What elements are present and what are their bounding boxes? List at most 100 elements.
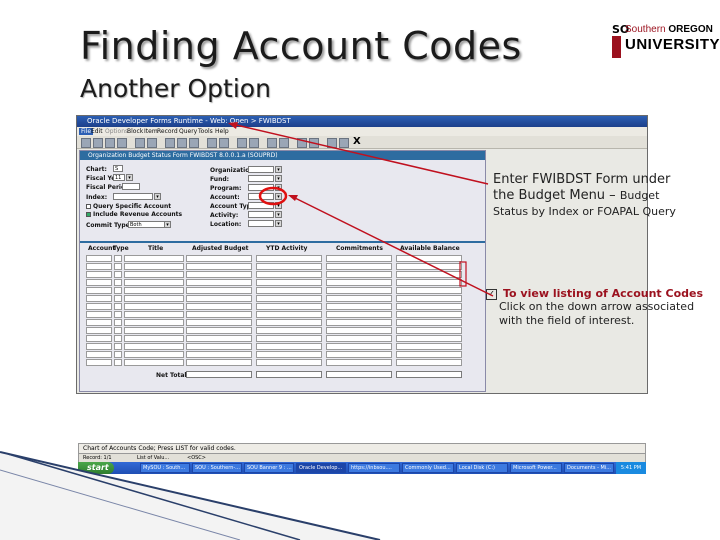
include-revenue-checkbox[interactable]	[86, 212, 91, 217]
grid-cell[interactable]	[124, 343, 184, 350]
grid-cell[interactable]	[124, 311, 184, 318]
grid-cell[interactable]	[186, 279, 252, 286]
grid-cell[interactable]	[114, 335, 122, 342]
grid-cell[interactable]	[326, 343, 392, 350]
grid-cell[interactable]	[86, 263, 112, 270]
grid-cell[interactable]	[124, 295, 184, 302]
grid-cell[interactable]	[256, 287, 322, 294]
grid-cell[interactable]	[124, 279, 184, 286]
grid-cell[interactable]	[114, 287, 122, 294]
grid-cell[interactable]	[256, 319, 322, 326]
grid-cell[interactable]	[124, 271, 184, 278]
grid-cell[interactable]	[326, 359, 392, 366]
grid-cell[interactable]	[86, 279, 112, 286]
fiscal-period-field[interactable]	[122, 183, 140, 190]
location-field[interactable]	[248, 220, 274, 227]
grid-cell[interactable]	[256, 351, 322, 358]
grid-cell[interactable]	[256, 295, 322, 302]
grid-cell[interactable]	[114, 343, 122, 350]
grid-cell[interactable]	[114, 255, 122, 262]
exit-icon[interactable]	[117, 138, 127, 148]
fiscal-year-field[interactable]: 11	[113, 174, 125, 181]
grid-cell[interactable]	[86, 319, 112, 326]
grid-cell[interactable]	[86, 335, 112, 342]
grid-cell[interactable]	[114, 359, 122, 366]
help-icon[interactable]	[267, 138, 277, 148]
previous-block-icon[interactable]	[135, 138, 145, 148]
grid-cell[interactable]	[326, 351, 392, 358]
account-type-field[interactable]	[248, 202, 274, 209]
grid-cell[interactable]	[256, 263, 322, 270]
grid-cell[interactable]	[396, 359, 462, 366]
grid-cell[interactable]	[186, 319, 252, 326]
grid-cell[interactable]	[326, 303, 392, 310]
account-field[interactable]	[248, 193, 274, 200]
grid-cell[interactable]	[114, 295, 122, 302]
index-field[interactable]	[113, 193, 153, 200]
grid-cell[interactable]	[186, 263, 252, 270]
grid-cell[interactable]	[124, 335, 184, 342]
grid-cell[interactable]	[256, 279, 322, 286]
grid-cell[interactable]	[326, 295, 392, 302]
grid-cell[interactable]	[326, 327, 392, 334]
insert-record-icon[interactable]	[165, 138, 175, 148]
grid-cell[interactable]	[86, 287, 112, 294]
save-icon[interactable]	[81, 138, 91, 148]
grid-cell[interactable]	[326, 319, 392, 326]
grid-cell[interactable]	[326, 255, 392, 262]
grid-cell[interactable]	[326, 279, 392, 286]
grid-cell[interactable]	[396, 327, 462, 334]
select-icon[interactable]	[105, 138, 115, 148]
program-dropdown-icon[interactable]: ▾	[275, 184, 282, 191]
grid-cell[interactable]	[326, 263, 392, 270]
grid-cell[interactable]	[186, 271, 252, 278]
grid-cell[interactable]	[86, 295, 112, 302]
execute-query-icon[interactable]	[219, 138, 229, 148]
grid-cell[interactable]	[256, 327, 322, 334]
grid-cell[interactable]	[114, 319, 122, 326]
grid-cell[interactable]	[124, 359, 184, 366]
grid-cell[interactable]	[114, 311, 122, 318]
organization-field[interactable]	[248, 166, 274, 173]
grid-cell[interactable]	[326, 287, 392, 294]
grid-cell[interactable]	[256, 271, 322, 278]
list-icon[interactable]	[279, 138, 289, 148]
grid-cell[interactable]	[186, 335, 252, 342]
rollback-icon[interactable]	[93, 138, 103, 148]
grid-cell[interactable]	[124, 319, 184, 326]
grid-cell[interactable]	[86, 303, 112, 310]
location-dropdown-icon[interactable]: ▾	[275, 220, 282, 227]
activity-dropdown-icon[interactable]: ▾	[275, 211, 282, 218]
grid-cell[interactable]	[124, 255, 184, 262]
grid-cell[interactable]	[124, 287, 184, 294]
grid-cell[interactable]	[256, 311, 322, 318]
account-type-dropdown-icon[interactable]: ▾	[275, 202, 282, 209]
chart-field[interactable]: S	[113, 165, 123, 172]
menu-block[interactable]: Block	[127, 128, 143, 135]
grid-cell[interactable]	[396, 335, 462, 342]
menu-options[interactable]: Options	[105, 128, 128, 135]
grid-cell[interactable]	[186, 295, 252, 302]
query-specific-checkbox[interactable]	[86, 204, 91, 209]
grid-cell[interactable]	[396, 255, 462, 262]
menu-tools[interactable]: Tools	[198, 128, 213, 135]
print-icon[interactable]	[249, 138, 259, 148]
grid-cell[interactable]	[186, 327, 252, 334]
grid-cell[interactable]	[396, 295, 462, 302]
search-icon[interactable]	[297, 138, 307, 148]
menu-edit[interactable]: Edit	[91, 128, 103, 135]
grid-cell[interactable]	[256, 303, 322, 310]
grid-cell[interactable]	[114, 271, 122, 278]
grid-cell[interactable]	[326, 311, 392, 318]
exit-x-icon[interactable]: X	[353, 136, 361, 147]
grid-cell[interactable]	[186, 359, 252, 366]
grid-cell[interactable]	[186, 287, 252, 294]
grid-cell[interactable]	[396, 263, 462, 270]
grid-cell[interactable]	[256, 343, 322, 350]
grid-cell[interactable]	[186, 343, 252, 350]
query-icon[interactable]	[339, 138, 349, 148]
index-dropdown-icon[interactable]: ▾	[154, 193, 161, 200]
grid-cell[interactable]	[396, 319, 462, 326]
grid-cell[interactable]	[86, 327, 112, 334]
grid-cell[interactable]	[326, 335, 392, 342]
